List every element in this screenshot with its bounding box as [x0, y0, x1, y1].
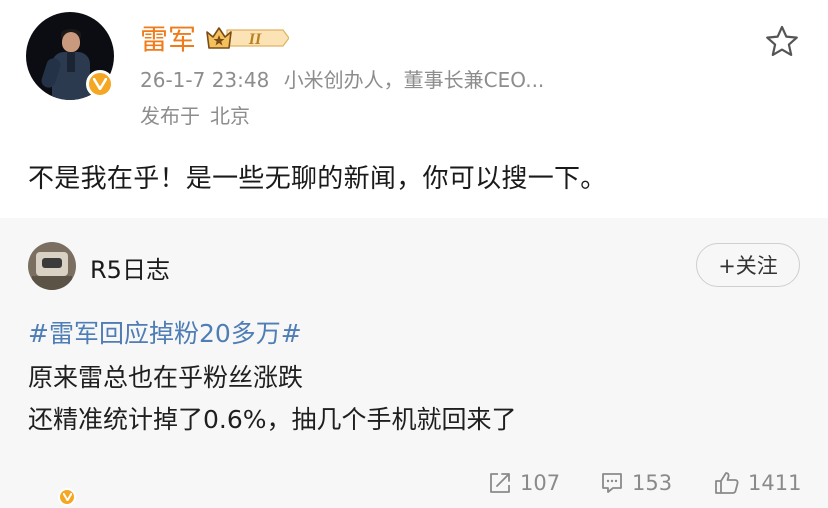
- hashtag-link[interactable]: #雷军回应掉粉20多万#: [28, 314, 302, 350]
- main-post: 雷军 II 26-1-7 23:48 小米创办人，董事长兼CEO... 发布于北…: [0, 0, 828, 218]
- post-timestamp: 26-1-7 23:48: [140, 68, 270, 92]
- like-button[interactable]: 1411: [714, 468, 801, 498]
- favorite-star-button[interactable]: [764, 24, 800, 60]
- post-text: 不是我在乎！是一些无聊的新闻，你可以搜一下。: [28, 164, 607, 194]
- repost-count: 107: [520, 471, 561, 495]
- repost-text-line-2: 还精准统计掉了0.6%，抽几个手机就回来了: [28, 405, 517, 434]
- level-badge-text: II: [248, 31, 262, 48]
- repost-author-avatar[interactable]: [28, 242, 76, 290]
- location-value: 北京: [210, 104, 250, 128]
- post-location: 发布于 北京: [140, 100, 250, 129]
- crown-level-icon: II: [205, 24, 290, 52]
- thumbs-up-icon: [715, 472, 739, 494]
- comment-button[interactable]: 153: [600, 468, 672, 498]
- repost-icon: [490, 473, 510, 493]
- repost-text-line-1: 原来雷总也在乎粉丝涨跌: [28, 363, 304, 392]
- like-count: 1411: [748, 471, 802, 495]
- repost-button[interactable]: 107: [488, 468, 560, 498]
- comment-icon: [602, 473, 622, 493]
- author-bio: 小米创办人，董事长兼CEO...: [283, 68, 545, 92]
- follow-button[interactable]: +关注: [696, 243, 800, 287]
- post-meta: 26-1-7 23:48 小米创办人，董事长兼CEO...: [140, 64, 610, 93]
- comment-count: 153: [632, 471, 673, 495]
- verified-v-icon: [58, 488, 76, 506]
- star-outline-icon: [766, 25, 798, 56]
- verified-v-icon: [86, 70, 114, 98]
- reposted-post[interactable]: R5日志 +关注 #雷军回应掉粉20多万# 原来雷总也在乎粉丝涨跌 还精准统计掉…: [0, 218, 828, 508]
- location-label: 发布于: [140, 104, 200, 128]
- repost-author-username[interactable]: R5日志: [90, 250, 170, 285]
- author-username[interactable]: 雷军: [140, 18, 196, 58]
